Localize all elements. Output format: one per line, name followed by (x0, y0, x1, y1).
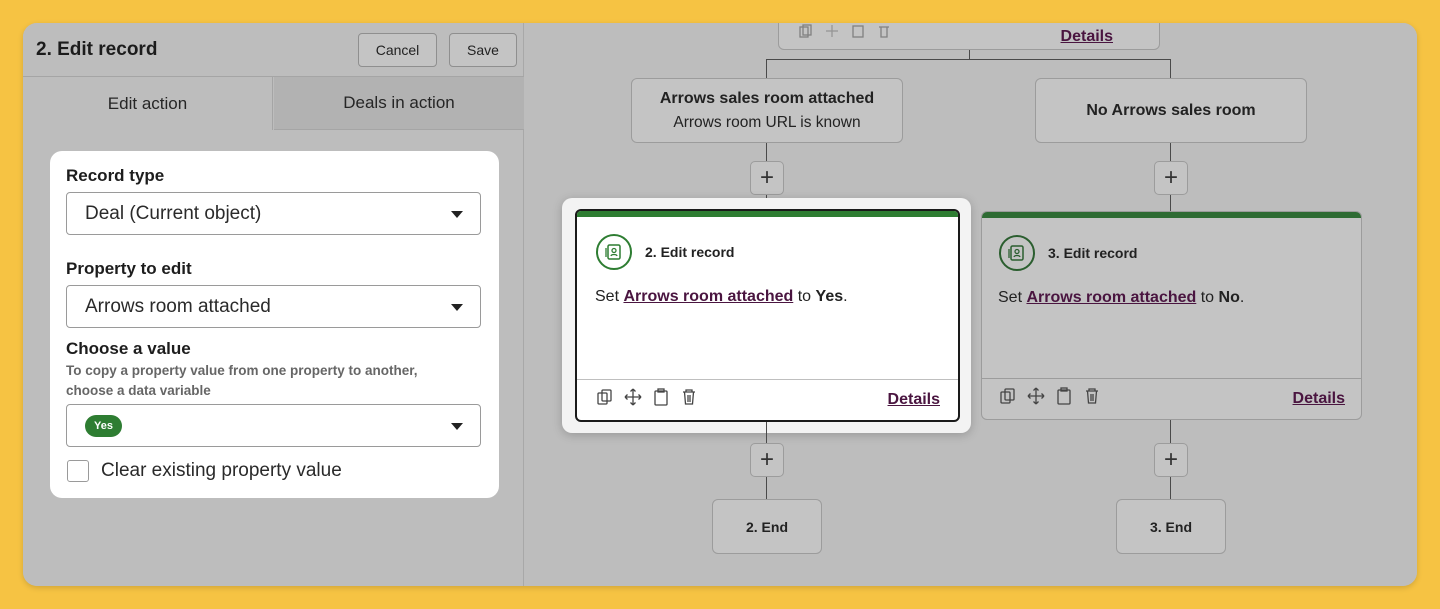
clipboard-icon[interactable] (652, 388, 670, 406)
card-footer: Details (982, 378, 1361, 419)
property-link[interactable]: Arrows room attached (1026, 289, 1196, 306)
clear-value-checkbox[interactable] (67, 460, 89, 482)
move-icon[interactable] (624, 388, 642, 406)
property-select[interactable]: Arrows room attached (66, 285, 481, 328)
caret-down-icon (451, 211, 463, 218)
connector (766, 143, 767, 163)
connector (1170, 59, 1171, 79)
card-title: 3. Edit record (1048, 245, 1138, 261)
record-type-label: Record type (66, 166, 165, 185)
clear-value-label: Clear existing property value (101, 460, 342, 481)
panel-tabs: Edit action Deals in action (23, 77, 524, 130)
caret-down-icon (451, 304, 463, 311)
add-step-button[interactable]: + (1154, 161, 1188, 195)
branch-node-attached[interactable]: Arrows sales room attached Arrows room U… (631, 78, 903, 143)
connector (1170, 420, 1171, 444)
cancel-button[interactable]: Cancel (358, 33, 437, 67)
branch-node-no-room[interactable]: No Arrows sales room (1035, 78, 1307, 143)
card-accent-bar (577, 211, 958, 217)
plus-icon: + (759, 446, 774, 473)
card-description: Set Arrows room attached to Yes. (595, 288, 848, 306)
move-icon (826, 25, 838, 37)
caret-down-icon (451, 423, 463, 430)
branch-title: Arrows sales room attached (659, 89, 875, 107)
trash-icon (879, 26, 889, 38)
branch-title: No Arrows sales room (1086, 101, 1256, 119)
property-label: Property to edit (66, 259, 192, 278)
record-type-value: Deal (Current object) (85, 202, 262, 224)
add-step-button[interactable]: + (1154, 443, 1188, 477)
save-button[interactable]: Save (449, 33, 517, 67)
connector (766, 59, 767, 79)
card-text: Set (998, 289, 1023, 306)
connector (1170, 143, 1171, 163)
action-card-3[interactable]: 3. Edit record Set Arrows room attached … (981, 211, 1362, 420)
action-card-2[interactable]: 2. Edit record Set Arrows room attached … (575, 209, 960, 422)
branch-subtitle: Arrows room URL is known (673, 113, 861, 131)
card-text: . (843, 288, 848, 305)
workflow-editor-window: 2. Edit record Cancel Save Edit action D… (23, 23, 1417, 586)
tab-deals-in-action[interactable]: Deals in action (274, 77, 524, 130)
move-icon[interactable] (1027, 387, 1045, 405)
card-toolbar (596, 388, 698, 406)
record-icon (999, 235, 1035, 271)
card-accent-bar (982, 212, 1361, 218)
property-link[interactable]: Arrows room attached (623, 288, 793, 305)
connector (766, 422, 767, 444)
card-description: Set Arrows room attached to No. (998, 289, 1244, 307)
trash-icon[interactable] (1083, 387, 1101, 405)
copy-icon[interactable] (596, 388, 614, 406)
property-value: Arrows room attached (85, 295, 271, 317)
end-label: 3. End (1149, 518, 1192, 535)
card-footer: Details (577, 379, 958, 420)
copy-icon[interactable] (999, 387, 1017, 405)
clipboard-icon (852, 25, 864, 38)
details-link[interactable]: Details (888, 391, 940, 409)
edit-action-panel: 2. Edit record Cancel Save Edit action D… (23, 23, 524, 586)
top-node-icons (799, 24, 891, 38)
clipboard-icon[interactable] (1055, 387, 1073, 405)
panel-header: 2. Edit record Cancel Save (23, 23, 524, 77)
card-text: . (1239, 289, 1245, 306)
tab-edit-action[interactable]: Edit action (23, 77, 273, 130)
connector (1170, 477, 1171, 500)
trash-icon[interactable] (680, 388, 698, 406)
card-text: Set (595, 288, 620, 305)
card-text: to (797, 288, 812, 305)
record-type-select[interactable]: Deal (Current object) (66, 192, 481, 235)
top-action-node[interactable]: Details (778, 23, 1160, 50)
add-step-button[interactable]: + (750, 443, 784, 477)
value-pill: Yes (85, 414, 122, 437)
panel-title: 2. Edit record (36, 39, 158, 60)
value-select[interactable]: Yes (66, 404, 481, 447)
card-title: 2. Edit record (645, 244, 735, 260)
connector (766, 477, 767, 500)
top-node-details-link[interactable]: Details (1061, 28, 1113, 46)
choose-value-hint: To copy a property value from one proper… (66, 363, 418, 398)
add-step-button[interactable]: + (750, 161, 784, 195)
copy-icon (799, 24, 812, 38)
plus-icon: + (1163, 446, 1178, 473)
card-value: Yes (815, 288, 844, 305)
connector (766, 59, 1171, 60)
card-value: No (1218, 289, 1240, 306)
record-icon (596, 234, 632, 270)
end-node[interactable]: 3. End (1116, 499, 1226, 554)
plus-icon: + (759, 164, 774, 191)
plus-icon: + (1163, 164, 1178, 191)
details-link[interactable]: Details (1293, 390, 1345, 408)
card-toolbar (999, 387, 1101, 405)
choose-value-label: Choose a value (66, 339, 191, 358)
workflow-canvas[interactable]: Details Arrows sales room attached Arrow… (525, 23, 1417, 586)
end-label: 2. End (745, 518, 788, 535)
end-node[interactable]: 2. End (712, 499, 822, 554)
card-text: to (1200, 289, 1215, 306)
edit-form-card: Record type Deal (Current object) Proper… (50, 151, 499, 498)
